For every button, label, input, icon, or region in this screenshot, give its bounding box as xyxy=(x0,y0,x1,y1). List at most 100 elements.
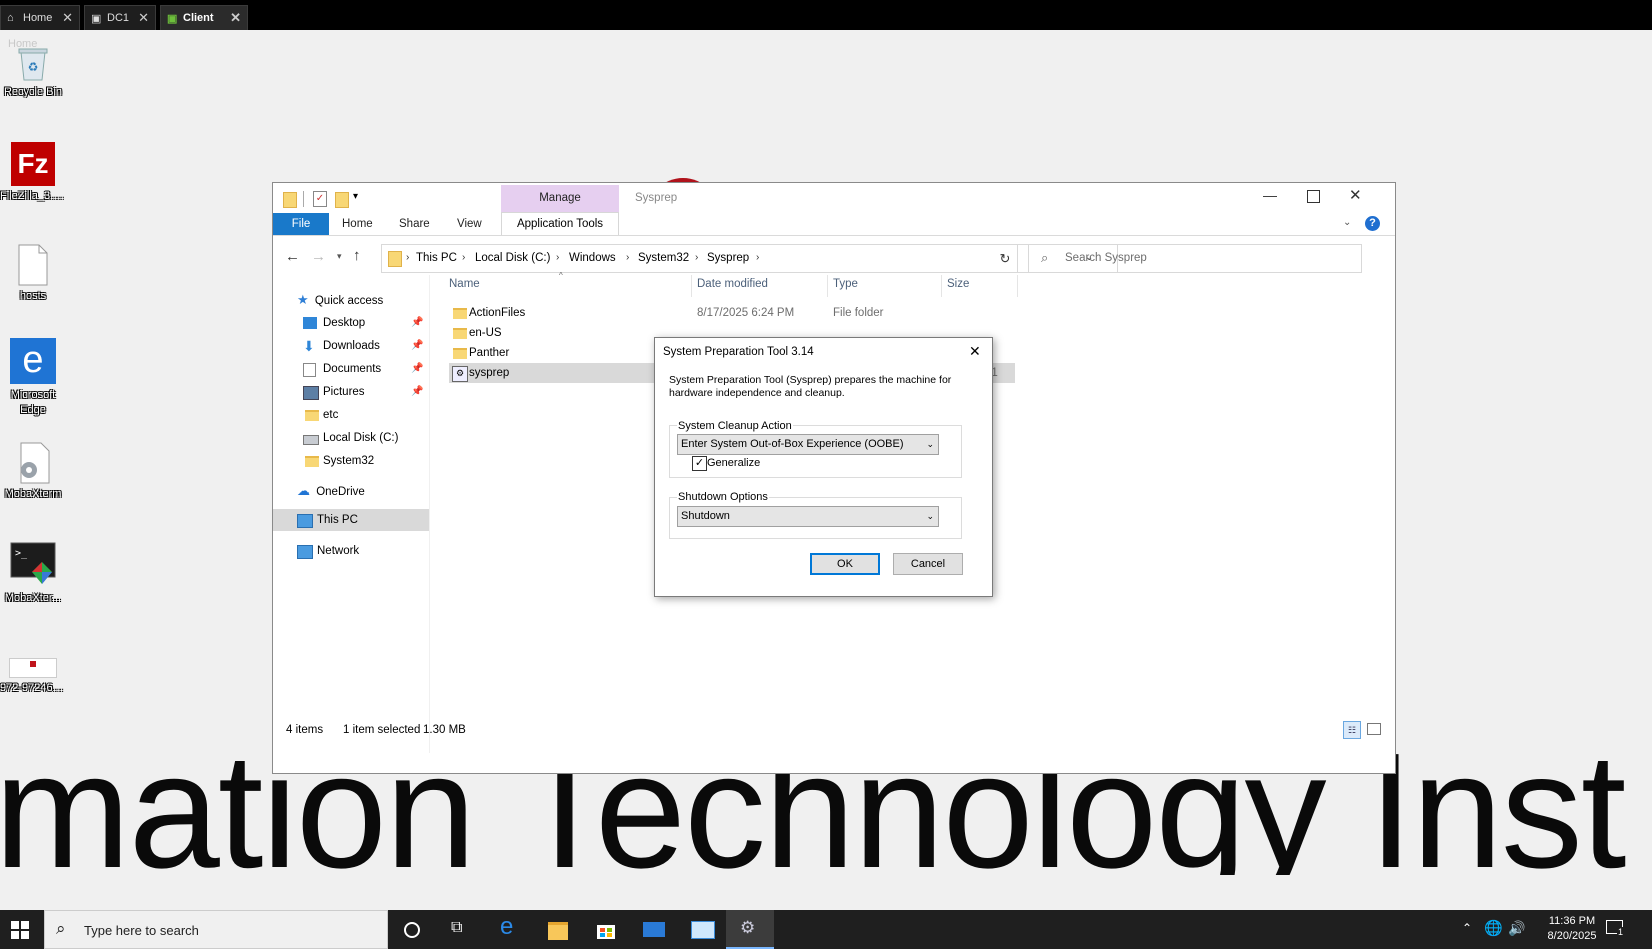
back-button[interactable]: ← xyxy=(285,248,300,265)
clock[interactable]: 11:36 PM 8/20/2025 xyxy=(1532,914,1612,944)
manage-contextual-tab[interactable]: Manage xyxy=(501,185,619,212)
search-icon: ⌕ xyxy=(56,919,66,938)
nav-system32[interactable]: System32 xyxy=(303,450,423,472)
remote-tab-client[interactable]: ▣ Client ✕ xyxy=(160,5,248,30)
file-icon xyxy=(18,244,48,286)
nav-this-pc[interactable]: This PC xyxy=(273,509,429,531)
remote-tab-dc1[interactable]: ▣ DC1 ✕ xyxy=(84,5,156,30)
show-hidden-icons-chevron[interactable]: ⌃ xyxy=(1462,921,1472,935)
customize-toolbar-icon[interactable]: ▾ xyxy=(353,191,358,202)
search-box[interactable]: ⌕ Search Sysprep xyxy=(1028,244,1362,273)
close-icon[interactable]: ✕ xyxy=(230,10,241,26)
folder-icon xyxy=(453,348,467,359)
column-header-size[interactable]: Size xyxy=(947,278,969,290)
taskbar-edge[interactable]: e xyxy=(486,910,534,949)
expand-ribbon-icon[interactable]: ⌄ xyxy=(1343,217,1351,228)
folder-icon[interactable] xyxy=(283,192,297,208)
generalize-checkbox[interactable]: ✓ xyxy=(692,456,707,471)
large-icons-view-icon[interactable] xyxy=(1367,723,1381,735)
desktop-icon-label: MobaXter... xyxy=(4,592,62,604)
minimize-button[interactable]: — xyxy=(1263,187,1277,203)
taskbar-file-explorer[interactable] xyxy=(534,910,582,949)
properties-icon[interactable]: ✓ xyxy=(313,191,327,207)
store-icon xyxy=(597,925,615,939)
taskbar-mail[interactable] xyxy=(630,910,678,949)
desktop-icon-document[interactable]: 972-972467... xyxy=(0,658,66,694)
breadcrumb-windows[interactable]: Windows xyxy=(569,252,616,264)
network-icon xyxy=(297,545,313,559)
column-header-date[interactable]: Date modified xyxy=(697,278,768,290)
nav-local-disk[interactable]: Local Disk (C:) xyxy=(303,427,423,449)
remote-tab-home[interactable]: ⌂ Home ✕ xyxy=(0,5,80,30)
file-row-actionfiles[interactable]: ActionFiles 8/17/2025 6:24 PM File folde… xyxy=(449,303,1029,323)
edge-icon: e xyxy=(500,913,514,940)
details-view-icon[interactable]: ☷ xyxy=(1343,721,1361,739)
tab-view[interactable]: View xyxy=(457,213,482,235)
close-icon[interactable]: ✕ xyxy=(62,10,73,26)
notification-badge: 1 xyxy=(1617,927,1625,937)
tab-application-tools[interactable]: Application Tools xyxy=(501,212,619,235)
new-folder-icon[interactable] xyxy=(335,192,349,208)
ok-button[interactable]: OK xyxy=(810,553,880,575)
nav-desktop[interactable]: Desktop 📌 xyxy=(303,312,423,334)
breadcrumb-sysprep[interactable]: Sysprep xyxy=(707,252,749,264)
nav-network[interactable]: Network xyxy=(297,540,427,562)
start-button[interactable] xyxy=(0,910,44,949)
cortana-button[interactable] xyxy=(388,910,436,949)
pin-icon: 📌 xyxy=(411,386,424,397)
breadcrumb-system32[interactable]: System32 xyxy=(638,252,689,264)
maximize-button[interactable] xyxy=(1307,190,1320,203)
computer-icon: ▣ xyxy=(167,13,178,25)
search-placeholder: Search Sysprep xyxy=(1065,252,1147,264)
home-icon: ⌂ xyxy=(7,12,14,24)
taskbar-search-box[interactable]: ⌕ Type here to search xyxy=(44,910,388,949)
tab-share[interactable]: Share xyxy=(399,213,430,235)
nav-documents[interactable]: Documents 📌 xyxy=(303,358,423,380)
desktop-icon-edge[interactable]: e Microsoft Edge xyxy=(0,338,66,418)
taskbar-store[interactable] xyxy=(582,910,630,949)
close-icon[interactable]: ✕ xyxy=(138,10,149,26)
network-icon[interactable]: 🌐 xyxy=(1484,919,1503,937)
nav-quick-access[interactable]: ★ Quick access xyxy=(297,289,427,311)
taskbar-sysprep[interactable]: ⚙ xyxy=(726,910,774,949)
breadcrumb-local-disk[interactable]: Local Disk (C:) xyxy=(475,252,550,264)
desktop-icon-label: Microsoft Edge xyxy=(10,389,56,416)
tab-file[interactable]: File xyxy=(273,213,329,235)
up-button[interactable]: ↑ xyxy=(353,247,361,264)
help-icon[interactable]: ? xyxy=(1365,216,1380,231)
folder-icon xyxy=(388,251,402,267)
recent-locations-button[interactable]: ▾ xyxy=(337,251,342,262)
refresh-button[interactable]: ↻ xyxy=(993,244,1018,273)
taskbar-app[interactable] xyxy=(678,910,726,949)
task-view-button[interactable]: ⧉ xyxy=(436,910,484,949)
action-center-icon[interactable]: 1 xyxy=(1606,920,1625,937)
breadcrumb-this-pc[interactable]: This PC xyxy=(416,252,457,264)
remote-tab-label: Home xyxy=(23,12,53,24)
nav-etc[interactable]: etc xyxy=(303,404,423,426)
clock-date: 8/20/2025 xyxy=(1547,930,1597,942)
cleanup-action-select[interactable]: Enter System Out-of-Box Experience (OOBE… xyxy=(677,434,939,455)
file-date: 8/17/2025 6:24 PM xyxy=(697,307,795,319)
computer-icon: ▣ xyxy=(91,13,102,25)
nav-label: Quick access xyxy=(314,295,384,307)
desktop-icon-filezilla[interactable]: Fz FileZilla_3.5... xyxy=(0,142,66,202)
nav-onedrive[interactable]: ☁ OneDrive xyxy=(297,480,427,502)
sysprep-icon: ⚙ xyxy=(740,918,756,937)
shutdown-options-select[interactable]: Shutdown ⌄ xyxy=(677,506,939,527)
column-header-name[interactable]: Name xyxy=(449,278,480,290)
dialog-close-button[interactable]: ✕ xyxy=(969,343,981,360)
volume-icon[interactable]: 🔊 xyxy=(1508,920,1525,937)
desktop-icon-mobaxterm[interactable]: MobaXterm xyxy=(0,442,66,500)
close-window-button[interactable]: ✕ xyxy=(1349,186,1362,204)
nav-downloads[interactable]: ⬇ Downloads 📌 xyxy=(303,335,423,357)
status-item-count: 4 items xyxy=(286,724,324,736)
desktop-icon-hosts[interactable]: hosts xyxy=(0,244,66,302)
document-thumbnail-icon xyxy=(9,658,57,678)
desktop-icon-recycle-bin[interactable]: ♻ Recycle Bin xyxy=(0,44,66,98)
tab-home[interactable]: Home xyxy=(342,213,373,235)
forward-button[interactable]: → xyxy=(311,248,326,265)
desktop-icon-mobaxterm-2[interactable]: >_ MobaXter... xyxy=(0,542,66,604)
cancel-button[interactable]: Cancel xyxy=(893,553,963,575)
nav-pictures[interactable]: Pictures 📌 xyxy=(303,381,423,403)
column-header-type[interactable]: Type xyxy=(833,278,858,290)
